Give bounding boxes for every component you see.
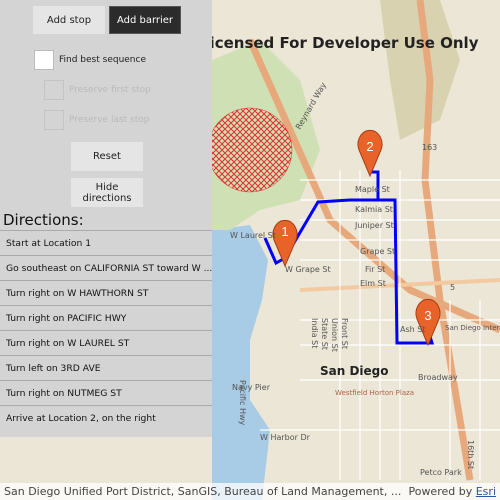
svg-text:W Harbor Dr: W Harbor Dr xyxy=(260,433,311,442)
svg-text:W Laurel St: W Laurel St xyxy=(230,231,276,240)
svg-text:16th St: 16th St xyxy=(466,440,475,469)
direction-item[interactable]: Turn left on 3RD AVE xyxy=(0,355,212,380)
add-stop-button[interactable]: Add stop xyxy=(33,6,105,34)
svg-text:Front St: Front St xyxy=(340,318,349,349)
city-label: San Diego xyxy=(320,364,389,378)
svg-text:Grape St: Grape St xyxy=(360,247,395,256)
directions-title: Directions: xyxy=(3,211,84,229)
svg-text:W Grape St: W Grape St xyxy=(285,265,331,274)
direction-item[interactable]: Start at Location 1 xyxy=(0,230,212,255)
svg-text:Elm St: Elm St xyxy=(360,279,386,288)
svg-text:State St: State St xyxy=(320,318,329,350)
preserve-last-stop-checkbox[interactable] xyxy=(44,110,64,130)
attribution-text: San Diego Unified Port District, SanGIS,… xyxy=(4,485,402,498)
attribution-bar: San Diego Unified Port District, SanGIS,… xyxy=(0,483,500,500)
svg-text:163: 163 xyxy=(422,143,437,152)
svg-text:Maple St: Maple St xyxy=(355,185,390,194)
watermark: Licensed For Developer Use Only xyxy=(200,34,479,52)
esri-link[interactable]: Esri xyxy=(476,485,496,498)
find-best-sequence-checkbox[interactable] xyxy=(34,50,54,70)
preserve-first-stop-checkbox[interactable] xyxy=(44,80,64,100)
directions-list: Start at Location 1 Go southeast on CALI… xyxy=(0,230,212,430)
svg-text:Petco Park: Petco Park xyxy=(420,468,462,477)
svg-text:Ash St: Ash St xyxy=(400,325,425,334)
svg-text:Kalmia St: Kalmia St xyxy=(355,205,393,214)
svg-text:Union St: Union St xyxy=(330,318,339,352)
svg-text:San Diego International: San Diego International xyxy=(445,324,500,332)
svg-text:Fir St: Fir St xyxy=(365,265,385,274)
preserve-last-stop-label: Preserve last stop xyxy=(69,115,150,125)
powered-by-label: Powered by xyxy=(408,485,476,498)
direction-item[interactable]: Turn right on NUTMEG ST xyxy=(0,380,212,405)
direction-item[interactable]: Turn right on W HAWTHORN ST xyxy=(0,280,212,305)
control-panel: Add stop Add barrier Find best sequence … xyxy=(0,0,212,437)
svg-text:India St: India St xyxy=(310,318,319,348)
svg-text:3: 3 xyxy=(424,308,431,323)
barrier-polygon[interactable] xyxy=(207,107,293,193)
reset-button[interactable]: Reset xyxy=(71,142,143,171)
svg-text:5: 5 xyxy=(450,283,455,292)
direction-item[interactable]: Go southeast on CALIFORNIA ST toward W .… xyxy=(0,255,212,280)
find-best-sequence-label: Find best sequence xyxy=(59,55,146,65)
svg-text:Navy Pier: Navy Pier xyxy=(232,383,271,392)
hide-directions-button[interactable]: Hide directions xyxy=(71,178,143,207)
preserve-first-stop-label: Preserve first stop xyxy=(69,85,151,95)
direction-item[interactable]: Turn right on W LAUREL ST xyxy=(0,330,212,355)
svg-text:1: 1 xyxy=(281,224,288,239)
direction-item[interactable]: Arrive at Location 2, on the right xyxy=(0,405,212,430)
svg-text:Broadway: Broadway xyxy=(418,373,458,382)
add-barrier-button[interactable]: Add barrier xyxy=(109,6,181,34)
svg-text:Juniper St: Juniper St xyxy=(354,221,394,230)
svg-text:2: 2 xyxy=(366,139,373,154)
svg-text:Westfield Horton Plaza: Westfield Horton Plaza xyxy=(335,389,414,397)
direction-item[interactable]: Turn right on PACIFIC HWY xyxy=(0,305,212,330)
